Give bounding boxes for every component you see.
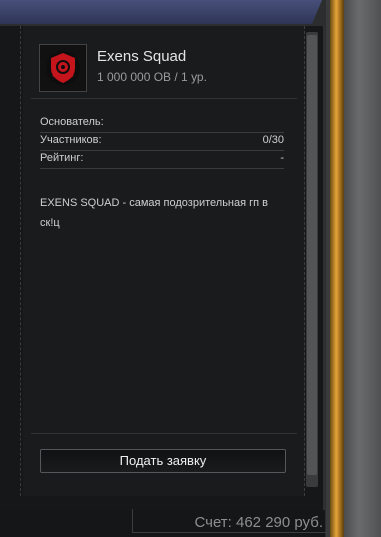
footer-divider [31,433,297,434]
founder-row: Основатель: [40,115,284,133]
gold-frame-border [330,0,344,537]
squad-info-panel [23,26,305,496]
red-shield-icon [46,51,80,85]
scrollbar-thumb[interactable] [307,35,317,475]
frame-right-edge [344,0,381,537]
left-panel-edge [0,26,21,496]
members-label: Участников: [40,134,102,146]
members-row: Участников: 0/30 [40,133,284,151]
members-value: 0/30 [262,134,284,146]
squad-points-level: 1 000 000 ОВ / 1 ур. [97,70,207,84]
squad-emblem [39,44,87,92]
rating-value: - [280,152,284,164]
rating-label: Рейтинг: [40,152,84,164]
rating-row: Рейтинг: - [40,151,284,169]
scrollbar[interactable] [306,32,318,487]
apply-button[interactable]: Подать заявку [40,449,286,473]
account-balance: Счет: 462 290 руб. [194,514,323,531]
squad-description: EXENS SQUAD - самая подозрительная гп в … [40,197,268,229]
header-divider [31,98,297,99]
founder-label: Основатель: [40,116,104,128]
squad-name: Exens Squad [97,48,187,65]
window-title-bar [0,0,322,24]
